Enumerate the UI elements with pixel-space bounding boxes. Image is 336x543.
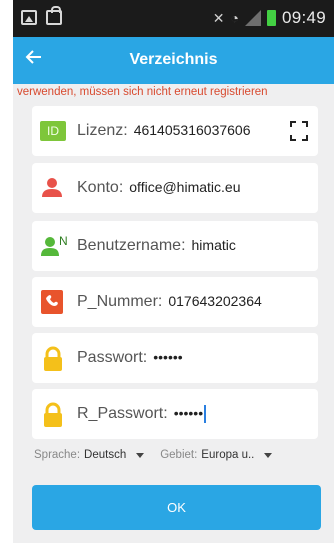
app-bar: Verzeichnis xyxy=(13,37,334,84)
account-field[interactable]: Konto: office@himatic.eu xyxy=(32,163,318,213)
app-screen: ✕ ◔ 09:49 Verzeichnis verwenden, müssen … xyxy=(13,0,334,543)
person-icon xyxy=(40,176,66,200)
user-n-icon: N xyxy=(40,234,68,258)
signal-icon xyxy=(244,10,261,26)
phone-row: P_Nummer: 017643202364 xyxy=(77,293,262,311)
text-cursor xyxy=(204,405,207,423)
region-select[interactable]: Europa u.. xyxy=(201,449,254,461)
status-right-icons: ✕ ◔ 09:49 xyxy=(213,8,326,28)
phone-field[interactable]: P_Nummer: 017643202364 xyxy=(32,277,318,327)
bag-notification-icon xyxy=(46,6,62,25)
password-repeat-value: •••••• xyxy=(173,405,204,422)
lock-icon xyxy=(40,346,66,371)
notice-text: verwenden, müssen sich nicht erneut regi… xyxy=(17,86,268,98)
account-value: office@himatic.eu xyxy=(129,179,241,195)
phone-label: P_Nummer: xyxy=(77,293,163,310)
license-field[interactable]: ID Lizenz: 461405316037606 xyxy=(32,106,318,156)
password-repeat-row: R_Passwort: •••••• xyxy=(77,405,207,423)
username-label: Benutzername: xyxy=(77,237,186,254)
username-value: himatic xyxy=(191,237,236,253)
ok-button[interactable]: OK xyxy=(32,485,321,530)
username-field[interactable]: N Benutzername: himatic xyxy=(32,221,318,271)
svg-text:N: N xyxy=(59,234,68,248)
password-field[interactable]: Passwort: •••••• xyxy=(32,333,318,383)
lock-icon xyxy=(40,402,66,427)
image-notification-icon xyxy=(21,10,37,25)
battery-icon xyxy=(266,10,276,26)
license-label: Lizenz: xyxy=(77,122,128,139)
region-label: Gebiet: xyxy=(160,449,198,461)
password-repeat-field[interactable]: R_Passwort: •••••• xyxy=(32,389,318,439)
password-repeat-label: R_Passwort: xyxy=(77,405,168,423)
status-clock: 09:49 xyxy=(281,8,326,27)
status-bar: ✕ ◔ 09:49 xyxy=(13,0,334,37)
nfc-icon: ✕ xyxy=(212,9,225,26)
password-row: Passwort: •••••• xyxy=(77,349,183,367)
license-row: Lizenz: 461405316037606 xyxy=(77,122,251,140)
password-value: •••••• xyxy=(153,349,183,365)
language-dropdown-icon[interactable] xyxy=(136,452,145,458)
page-title: Verzeichnis xyxy=(129,51,218,68)
selector-row: Sprache: Deutsch Gebiet: Europa u.. xyxy=(34,449,288,461)
id-badge-icon: ID xyxy=(40,119,66,143)
account-row: Konto: office@himatic.eu xyxy=(77,179,241,197)
account-label: Konto: xyxy=(77,179,124,196)
phone-icon xyxy=(40,290,66,314)
status-left-icons xyxy=(21,6,62,25)
language-select[interactable]: Deutsch xyxy=(84,449,126,461)
phone-value: 017643202364 xyxy=(168,293,262,309)
scan-icon[interactable] xyxy=(290,121,308,141)
password-label: Passwort: xyxy=(77,349,148,366)
license-value: 461405316037606 xyxy=(133,122,251,138)
language-label: Sprache: xyxy=(34,449,81,461)
region-dropdown-icon[interactable] xyxy=(264,452,273,458)
wifi-icon: ◔ xyxy=(230,10,239,26)
username-row: Benutzername: himatic xyxy=(77,237,236,255)
